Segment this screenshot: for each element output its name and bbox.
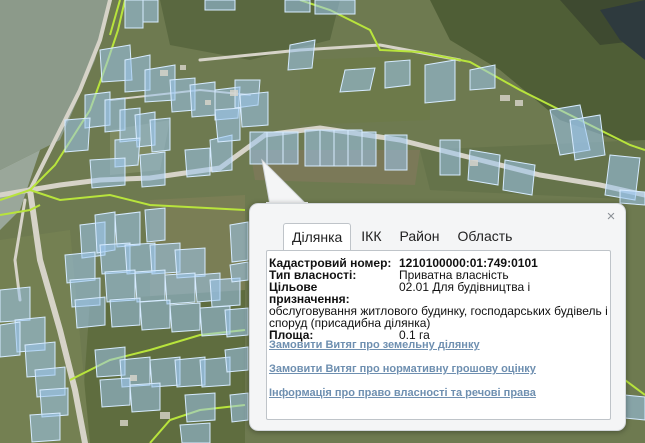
order-links: Замовити Витяг про земельну ділянку Замо… bbox=[269, 339, 536, 411]
tab-region[interactable]: Область bbox=[450, 223, 521, 251]
tab-parcel[interactable]: Ділянка bbox=[283, 223, 352, 253]
purpose-value-1: 02.01 Для будівництва і bbox=[399, 280, 531, 294]
purpose-value-3: споруд (присадибна ділянка) bbox=[269, 316, 431, 330]
parcel-info-popup: × Ділянка ІКК Район Область Кадастровий … bbox=[249, 203, 626, 431]
parcel-details-panel: Кадастровий номер: 1210100000:01:749:010… bbox=[266, 250, 611, 420]
purpose-row: Цільове призначення: 02.01 Для будівницт… bbox=[269, 281, 609, 305]
purpose-label: Цільове призначення: bbox=[269, 280, 350, 306]
tab-ikk[interactable]: ІКК bbox=[353, 223, 389, 251]
tab-district[interactable]: Район bbox=[392, 223, 448, 251]
popup-tabs: Ділянка ІКК Район Область bbox=[283, 223, 522, 253]
parcel-fields: Кадастровий номер: 1210100000:01:749:010… bbox=[269, 257, 609, 341]
order-land-extract-link[interactable]: Замовити Витяг про земельну ділянку bbox=[269, 339, 536, 351]
order-valuation-extract-link[interactable]: Замовити Витяг про нормативну грошову оц… bbox=[269, 363, 536, 375]
ownership-rights-info-link[interactable]: Інформація про право власності та речові… bbox=[269, 387, 536, 399]
close-icon[interactable]: × bbox=[604, 209, 618, 224]
